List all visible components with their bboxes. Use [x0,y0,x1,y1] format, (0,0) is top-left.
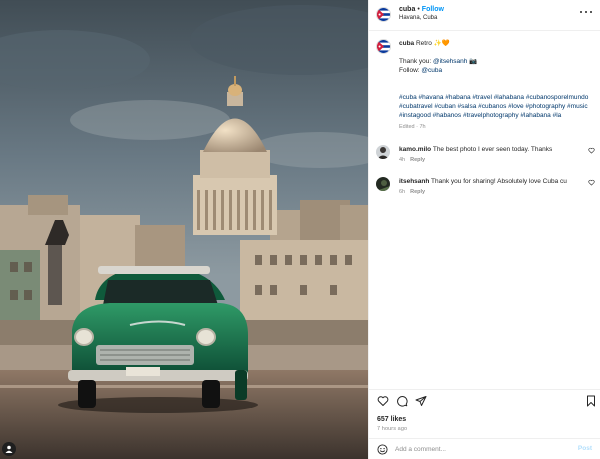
comment-text: The best photo I ever seen today. Thanks [431,146,553,153]
separator-dot: • [417,6,420,13]
comment-time: 4h [399,157,406,163]
person-icon [5,445,13,453]
cuba-flag-icon [377,40,390,53]
comment-item: itsehsanh Thank you for sharing! Absolut… [369,177,600,195]
comment-username[interactable]: kamo.milo [399,146,431,153]
caption-text: Retro ✨🧡 [414,40,450,47]
likes-count[interactable]: 657 likes [377,416,406,423]
thanks-mention-link[interactable]: @itsehsanh [433,58,467,65]
post-photo[interactable] [0,0,368,459]
reply-button[interactable]: Reply [410,189,425,195]
comment-composer: Post [369,440,600,459]
comment-time: 6h [399,189,406,195]
location-link[interactable]: Havana, Cuba [399,15,437,21]
author-avatar[interactable] [376,7,391,22]
author-username[interactable]: cuba [399,6,415,13]
comment-like-icon[interactable] [588,179,595,186]
comment-item: kamo.milo The best photo I ever seen tod… [369,145,600,163]
commenter-avatar[interactable] [376,145,390,159]
more-options-icon[interactable] [580,9,592,15]
tagged-user-icon[interactable] [2,442,16,456]
post-timestamp: 7 hours ago [377,426,408,432]
comment-like-icon[interactable] [588,147,595,154]
author-line: cuba • Follow [399,6,444,13]
caption-avatar[interactable] [376,39,391,54]
thanks-prefix: Thank you: [399,58,433,65]
caption-username[interactable]: cuba [399,40,414,47]
avatar-photo-icon [376,177,390,191]
caption-hashtags[interactable]: #cuba #havana #habana #travel #lahabana … [399,93,592,120]
emoji-icon[interactable] [377,444,388,455]
commenter-avatar[interactable] [376,177,390,191]
post-comment-button[interactable]: Post [578,445,592,452]
reply-button[interactable]: Reply [410,157,425,163]
action-bar [369,395,600,409]
avatar-photo-icon [376,145,390,159]
post-header: cuba • Follow Havana, Cuba [369,0,600,30]
cuba-flag-icon [377,8,390,21]
post-details-panel: cuba • Follow Havana, Cuba cuba Retro ✨🧡 T… [368,0,600,459]
caption-edited-time: Edited · 7h [399,124,426,130]
photo-havana-capitol-classic-car [0,0,368,459]
post-caption: cuba Retro ✨🧡 Thank you: @itsehsanh 📷 Fo… [369,31,600,131]
comment-input[interactable] [395,444,565,455]
comment-icon[interactable] [396,395,408,407]
actions-divider [369,389,600,390]
comments-section[interactable]: cuba Retro ✨🧡 Thank you: @itsehsanh 📷 Fo… [369,31,600,389]
follow-prefix: Follow: [399,67,422,74]
heart-icon[interactable] [377,395,389,407]
composer-divider [369,438,600,439]
bookmark-icon[interactable] [585,395,597,407]
follow-mention-link[interactable]: @cuba [421,67,442,74]
comment-text: Thank you for sharing! Absolutely love C… [429,178,567,185]
follow-button[interactable]: Follow [422,6,444,13]
comment-username[interactable]: itsehsanh [399,178,429,185]
share-icon[interactable] [415,395,427,407]
camera-emoji: 📷 [467,58,478,65]
